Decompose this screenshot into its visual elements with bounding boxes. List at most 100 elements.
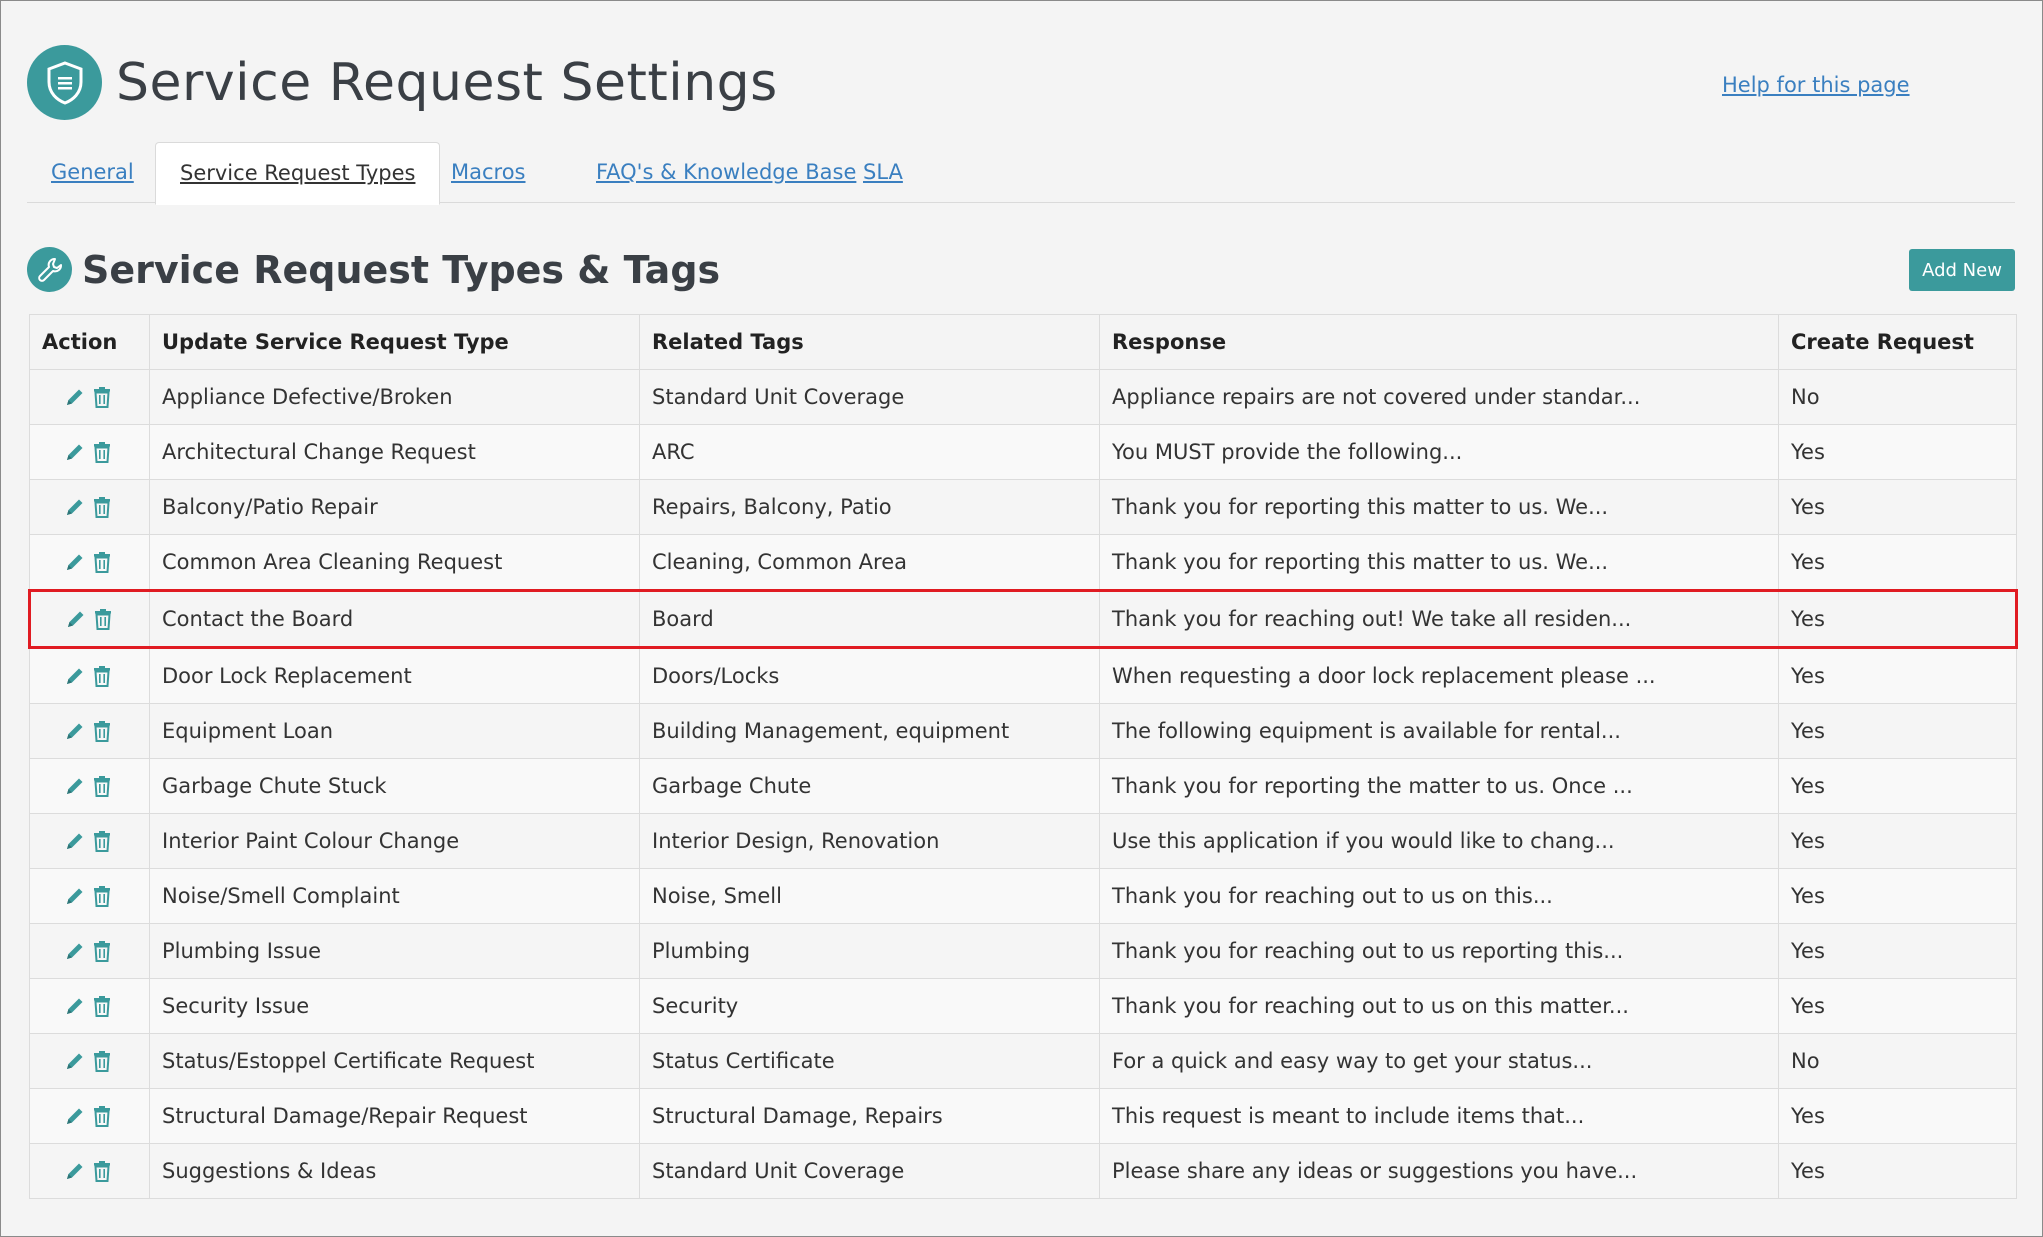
create-request-cell: Yes — [1778, 868, 2017, 924]
pencil-icon[interactable] — [64, 940, 86, 962]
tab-general[interactable]: General — [27, 142, 158, 202]
column-header-response: Response — [1099, 314, 1779, 370]
help-link[interactable]: Help for this page — [1722, 73, 1910, 97]
action-cell — [29, 1088, 150, 1144]
trash-icon[interactable] — [92, 775, 112, 797]
related-tags-cell: Cleaning, Common Area — [639, 534, 1100, 591]
request-type-cell[interactable]: Architectural Change Request — [149, 424, 640, 480]
action-cell — [29, 758, 150, 814]
request-type-cell[interactable]: Common Area Cleaning Request — [149, 534, 640, 591]
request-type-cell[interactable]: Door Lock Replacement — [149, 647, 640, 704]
related-tags-cell: Building Management, equipment — [639, 703, 1100, 759]
create-request-cell: Yes — [1778, 923, 2017, 979]
action-cell — [29, 868, 150, 924]
response-cell: This request is meant to include items t… — [1099, 1088, 1779, 1144]
pencil-icon[interactable] — [64, 885, 86, 907]
create-request-cell: Yes — [1778, 534, 2017, 591]
table-row: Contact the Board Board Thank you for reac… — [28, 589, 2018, 649]
trash-icon[interactable] — [92, 386, 112, 408]
trash-icon[interactable] — [92, 665, 112, 687]
response-cell: Thank you for reaching out to us reporti… — [1099, 923, 1779, 979]
request-type-cell[interactable]: Noise/Smell Complaint — [149, 868, 640, 924]
request-type-cell[interactable]: Appliance Defective/Broken — [149, 369, 640, 425]
action-cell — [29, 1143, 150, 1199]
request-type-cell[interactable]: Garbage Chute Stuck — [149, 758, 640, 814]
tab-sla[interactable]: SLA — [839, 142, 927, 202]
pencil-icon[interactable] — [64, 665, 86, 687]
pencil-icon[interactable] — [64, 1050, 86, 1072]
shield-icon — [27, 45, 102, 120]
request-type-cell[interactable]: Security Issue — [149, 978, 640, 1034]
tab-service-request-types[interactable]: Service Request Types — [155, 142, 441, 205]
page-header: Service Request Settings — [27, 45, 778, 120]
pencil-icon[interactable] — [64, 496, 86, 518]
action-cell — [29, 1033, 150, 1089]
column-header-tags: Related Tags — [639, 314, 1100, 370]
section-header: Service Request Types & Tags — [27, 247, 720, 292]
trash-icon[interactable] — [92, 441, 112, 463]
response-cell: Appliance repairs are not covered under … — [1099, 369, 1779, 425]
create-request-cell: Yes — [1778, 1143, 2017, 1199]
trash-icon[interactable] — [92, 1105, 112, 1127]
pencil-icon[interactable] — [64, 720, 86, 742]
pencil-icon[interactable] — [64, 386, 86, 408]
trash-icon[interactable] — [92, 940, 112, 962]
response-cell: Thank you for reaching out! We take all … — [1099, 589, 1779, 649]
trash-icon[interactable] — [92, 1160, 112, 1182]
action-cell — [29, 703, 150, 759]
table-row: Architectural Change Request ARC You MUST … — [29, 424, 2017, 480]
trash-icon[interactable] — [93, 608, 113, 630]
create-request-cell: No — [1778, 1033, 2017, 1089]
pencil-icon[interactable] — [64, 1160, 86, 1182]
pencil-icon[interactable] — [64, 551, 86, 573]
request-type-cell[interactable]: Contact the Board — [149, 589, 640, 649]
create-request-cell: Yes — [1778, 647, 2017, 704]
trash-icon[interactable] — [92, 720, 112, 742]
action-cell — [29, 813, 150, 869]
create-request-cell: Yes — [1778, 589, 2018, 649]
request-type-cell[interactable]: Structural Damage/Repair Request — [149, 1088, 640, 1144]
table-row: Balcony/Patio Repair Repairs, Balcony, Pa… — [29, 479, 2017, 535]
pencil-icon[interactable] — [64, 1105, 86, 1127]
action-cell — [28, 589, 150, 649]
pencil-icon[interactable] — [64, 441, 86, 463]
trash-icon[interactable] — [92, 830, 112, 852]
trash-icon[interactable] — [92, 551, 112, 573]
request-type-cell[interactable]: Interior Paint Colour Change — [149, 813, 640, 869]
table-row: Garbage Chute Stuck Garbage Chute Thank yo… — [29, 758, 2017, 814]
create-request-cell: Yes — [1778, 978, 2017, 1034]
action-cell — [29, 923, 150, 979]
app-frame: Service Request Settings Help for this p… — [0, 0, 2043, 1237]
tab-macros[interactable]: Macros — [427, 142, 550, 202]
related-tags-cell: Repairs, Balcony, Patio — [639, 479, 1100, 535]
pencil-icon[interactable] — [65, 608, 87, 630]
trash-icon[interactable] — [92, 885, 112, 907]
request-type-cell[interactable]: Suggestions & Ideas — [149, 1143, 640, 1199]
trash-icon[interactable] — [92, 1050, 112, 1072]
pencil-icon[interactable] — [64, 775, 86, 797]
response-cell: Thank you for reaching out to us on this… — [1099, 868, 1779, 924]
request-type-cell[interactable]: Balcony/Patio Repair — [149, 479, 640, 535]
column-header-type: Update Service Request Type — [149, 314, 640, 370]
related-tags-cell: Interior Design, Renovation — [639, 813, 1100, 869]
request-type-cell[interactable]: Equipment Loan — [149, 703, 640, 759]
page-title: Service Request Settings — [116, 52, 778, 113]
request-type-cell[interactable]: Status/Estoppel Certificate Request — [149, 1033, 640, 1089]
request-type-cell[interactable]: Plumbing Issue — [149, 923, 640, 979]
related-tags-cell: ARC — [639, 424, 1100, 480]
related-tags-cell: Noise, Smell — [639, 868, 1100, 924]
table-row: Security Issue Security Thank you for reac… — [29, 978, 2017, 1034]
tab-faq-knowledge-base[interactable]: FAQ's & Knowledge Base — [572, 142, 880, 202]
trash-icon[interactable] — [92, 496, 112, 518]
action-cell — [29, 978, 150, 1034]
add-new-button[interactable]: Add New — [1909, 249, 2015, 291]
action-cell — [29, 369, 150, 425]
table-row: Appliance Defective/Broken Standard Unit … — [29, 369, 2017, 425]
trash-icon[interactable] — [92, 995, 112, 1017]
action-cell — [29, 424, 150, 480]
response-cell: Thank you for reporting the matter to us… — [1099, 758, 1779, 814]
column-header-action: Action — [29, 314, 150, 370]
pencil-icon[interactable] — [64, 995, 86, 1017]
pencil-icon[interactable] — [64, 830, 86, 852]
table-row: Noise/Smell Complaint Noise, Smell Thank y… — [29, 868, 2017, 924]
